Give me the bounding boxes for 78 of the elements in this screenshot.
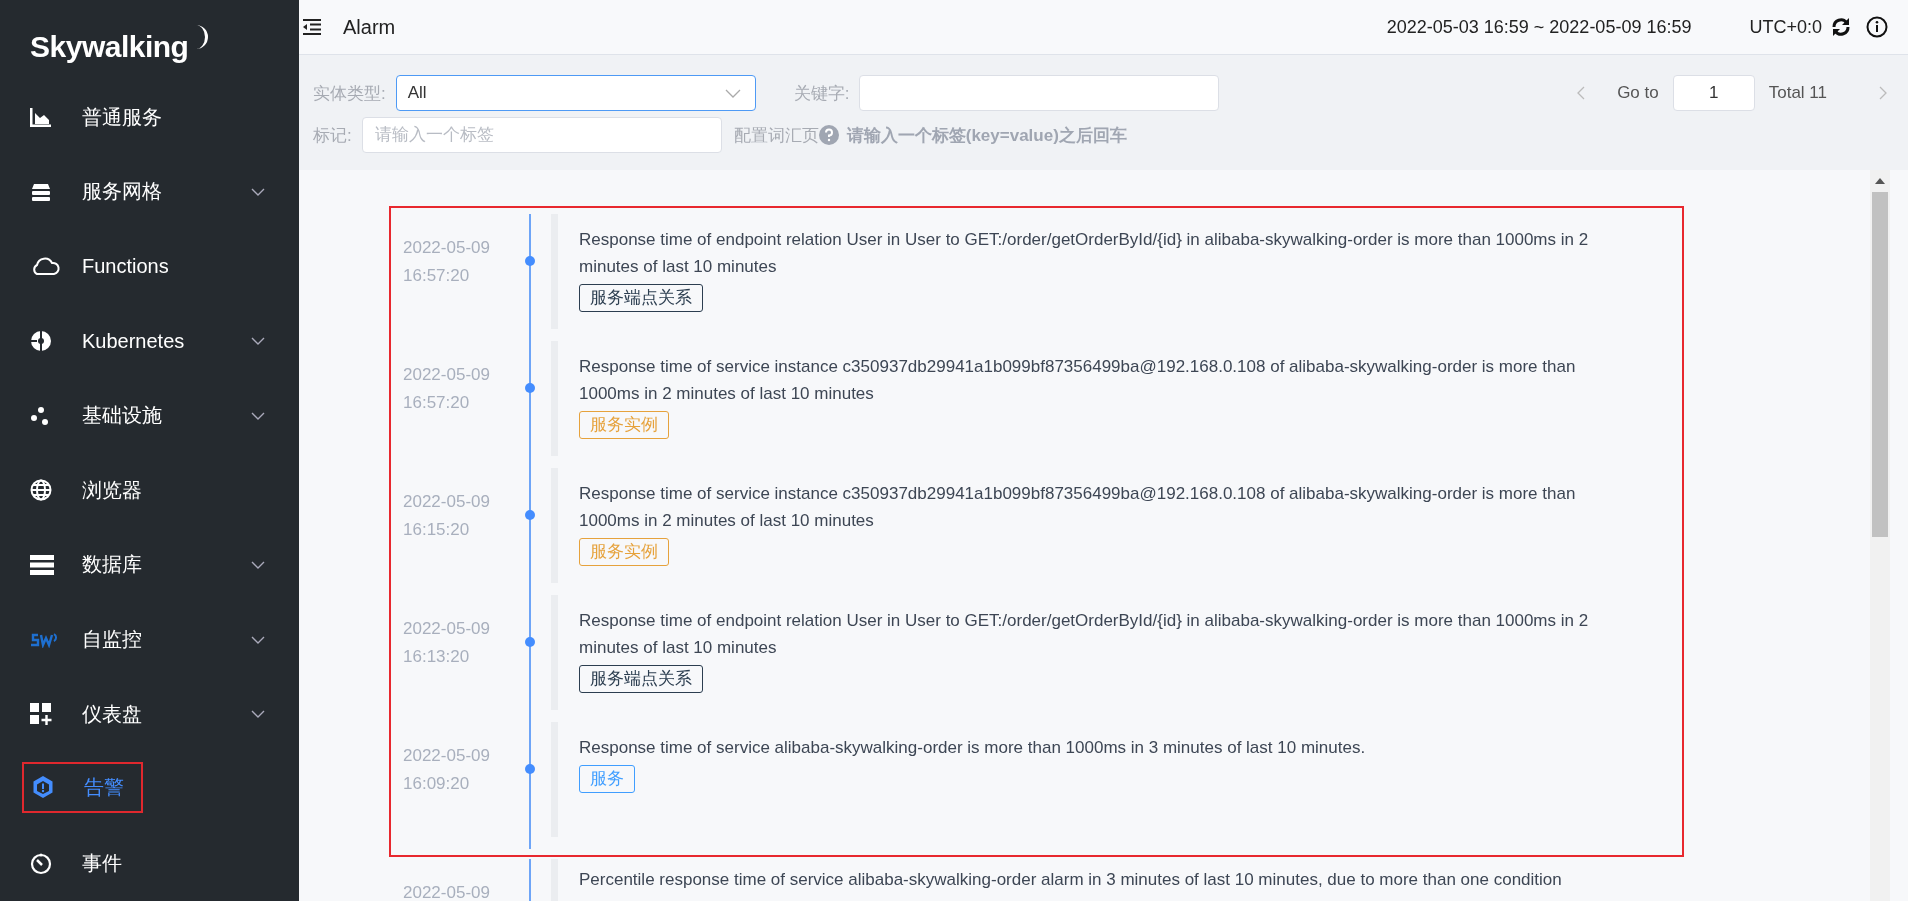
scrollbar-thumb[interactable] — [1872, 192, 1888, 537]
tag-input[interactable]: 请输入一个标签 — [361, 117, 722, 153]
timeline-dot — [525, 510, 535, 520]
alarm-date: 2022-05-09 — [403, 745, 491, 767]
nav-item[interactable]: 数据库 — [0, 527, 299, 603]
logo-text: Skywalking — [30, 30, 189, 64]
sw-logo-icon — [30, 631, 58, 648]
total-count: Total 11 — [1768, 83, 1827, 103]
entity-type-tag: 服务实例 — [579, 411, 669, 439]
timeline-dot — [525, 764, 535, 774]
dashboard-add-icon — [30, 703, 52, 726]
alarm-date: 2022-05-09 — [403, 618, 491, 640]
chevron-down-icon — [724, 88, 741, 98]
chevron-down-icon — [251, 187, 265, 196]
cloud-icon — [30, 256, 60, 277]
nav-item[interactable]: 自监控 — [0, 602, 299, 677]
chevron-down-icon — [251, 710, 265, 719]
alarm-message: Percentile response time of service alibaba-skywalking-order alarm in 3 minutes of last 10 minutes, due to more than one condition — [579, 869, 1563, 891]
alarm-time: 16:15:20 — [403, 519, 471, 541]
alarm-time: 16:09:20 — [403, 773, 471, 795]
entity-type-tag: 服务端点关系 — [579, 284, 703, 312]
nav-item[interactable]: 浏览器 — [0, 452, 299, 528]
entity-type-select[interactable]: All — [395, 75, 756, 111]
page-input[interactable]: 1 — [1672, 75, 1755, 111]
alarm-time: 16:57:20 — [403, 265, 471, 287]
chevron-down-icon — [251, 337, 265, 345]
go-to-label: Go to — [1617, 83, 1659, 103]
nav-item[interactable]: 基础设施 — [0, 378, 299, 453]
chevron-down-icon — [251, 411, 265, 420]
alarm-message: Response time of endpoint relation User in User to GET:/order/getOrderById/{id} in alibaba-skywalking-order is more than 1000ms in 2 minutes of last 10 minutes — [579, 610, 1590, 659]
timeline-dot — [525, 256, 535, 266]
alarm-message: Response time of service instance c350937db29941a1b099bf87356499ba@192.168.0.108 of alibaba-skywalking-order is more than 1000ms in 2 minutes of last 10 minutes — [579, 483, 1577, 532]
tag-hint: 请输入一个标签(key=value)之后回车 — [846, 124, 1127, 147]
alarm-time: 16:13:20 — [403, 646, 471, 668]
alarm-date: 2022-05-09 — [403, 491, 491, 513]
entity-type-tag: 服务端点关系 — [579, 665, 703, 693]
alarm-date: 2022-05-09 — [403, 237, 491, 259]
alarm-time: 16:57:20 — [403, 392, 471, 414]
nav-item[interactable]: 事件 — [0, 826, 299, 901]
timer-icon — [30, 852, 52, 875]
time-range[interactable]: 2022-05-03 16:59 ~ 2022-05-09 16:59 — [1386, 16, 1692, 38]
page-title: Alarm — [343, 15, 396, 39]
nav-item[interactable]: 仪表盘 — [0, 676, 299, 752]
globe-icon — [30, 479, 52, 502]
server-icon — [30, 554, 54, 575]
nav-item[interactable]: 服务网格 — [0, 154, 299, 230]
chevron-down-icon — [251, 560, 265, 569]
nav-item[interactable]: 普通服务 — [0, 79, 299, 155]
pie-chart-icon — [30, 330, 52, 352]
next-page-icon[interactable] — [1879, 86, 1888, 100]
alarm-message: Response time of service instance c350937db29941a1b099bf87356499ba@192.168.0.108 of alibaba-skywalking-order is more than 1000ms in 2 minutes of last 10 minutes — [579, 356, 1577, 405]
stack-icon — [30, 181, 52, 202]
refresh-icon[interactable] — [1830, 16, 1852, 38]
timeline-dot — [525, 637, 535, 647]
chevron-down-icon — [251, 635, 265, 644]
keyword-label: 关键字: — [793, 82, 850, 105]
alarm-date: 2022-05-09 — [403, 364, 491, 386]
menu-collapse-icon[interactable] — [303, 19, 321, 35]
area-chart-icon — [30, 107, 52, 128]
scrollbar[interactable] — [1870, 170, 1890, 901]
tag-label: 标记: — [313, 124, 352, 147]
keyword-input[interactable] — [859, 75, 1220, 111]
nav-item[interactable]: Kubernetes — [0, 303, 299, 379]
alarm-message: Response time of endpoint relation User in User to GET:/order/getOrderById/{id} in alibaba-skywalking-order is more than 1000ms in 2 minutes of last 10 minutes — [579, 229, 1590, 278]
info-icon[interactable] — [1866, 16, 1888, 38]
entity-type-label: 实体类型: — [313, 82, 386, 105]
timezone-label: UTC+0:0 — [1749, 16, 1822, 38]
nav-item[interactable]: 告警 — [22, 761, 143, 814]
timeline-dot — [525, 383, 535, 393]
previous-page-icon[interactable] — [1576, 86, 1586, 100]
alarm-message: Response time of service alibaba-skywalking-order is more than 1000ms in 3 minutes of last 10 minutes. — [579, 737, 1367, 759]
alert-hexagon-icon — [32, 775, 54, 800]
entity-type-tag: 服务实例 — [579, 538, 669, 566]
scroll-up-icon[interactable] — [1875, 178, 1885, 184]
alarm-date: 2022-05-09 — [403, 882, 491, 901]
help-icon[interactable] — [818, 125, 839, 145]
entity-type-tag: 服务 — [579, 765, 635, 793]
nav-item[interactable]: Functions — [0, 229, 299, 304]
